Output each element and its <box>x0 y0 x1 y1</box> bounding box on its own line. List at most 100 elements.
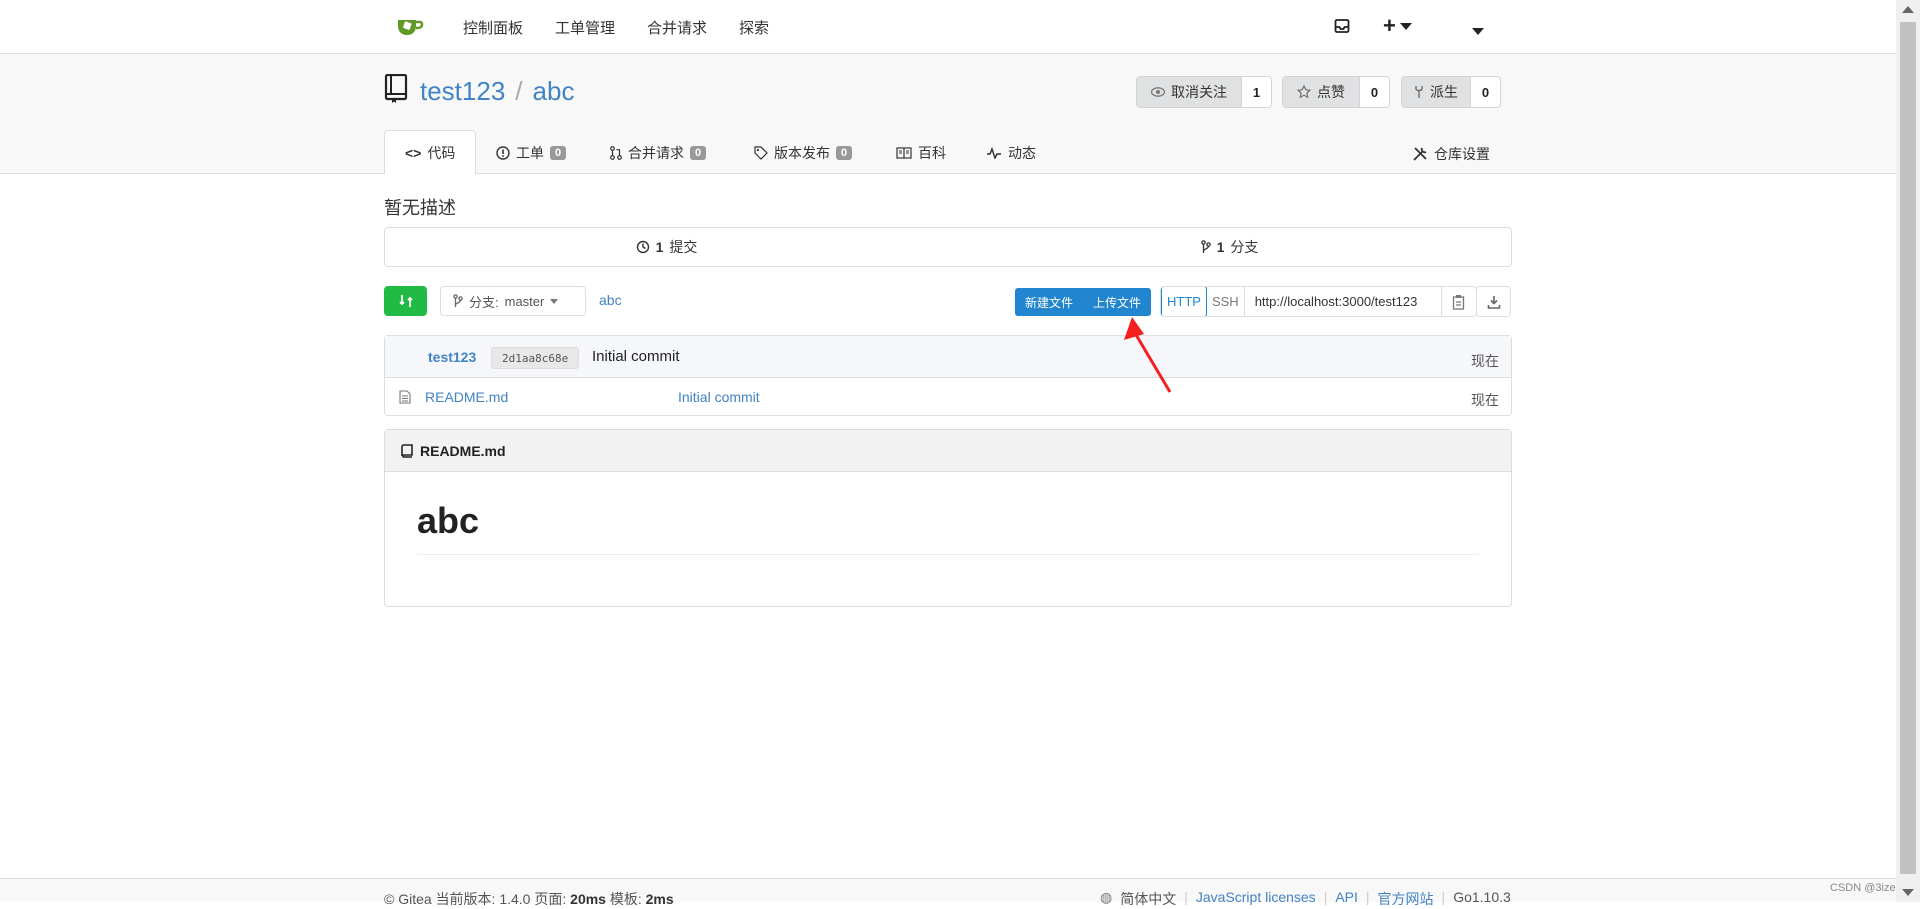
tab-pull-requests-label: 合并请求 <box>628 144 684 161</box>
top-navbar: 控制面板 工单管理 合并请求 探索 + <box>0 0 1896 54</box>
tab-releases[interactable]: 版本发布 0 <box>754 130 853 175</box>
commit-author-link[interactable]: test123 <box>428 349 476 365</box>
star-button[interactable]: 点赞 0 <box>1282 76 1390 108</box>
repo-name-link[interactable]: abc <box>533 76 575 106</box>
fork-count[interactable]: 0 <box>1470 77 1500 107</box>
page-footer: © Gitea 当前版本: 1.4.0 页面: 20ms 模板: 2ms ◍ 简… <box>0 878 1896 907</box>
plus-icon: + <box>1383 13 1396 38</box>
history-icon <box>636 240 649 254</box>
download-button[interactable] <box>1476 286 1511 317</box>
repo-owner-link[interactable]: test123 <box>420 76 505 106</box>
user-menu-dropdown[interactable] <box>1472 21 1484 41</box>
upload-file-button[interactable]: 上传文件 <box>1083 288 1151 316</box>
readme-panel: README.md abc <box>384 429 1512 607</box>
readme-title: README.md <box>420 442 506 459</box>
annotation-arrow-icon <box>1124 317 1172 393</box>
footer-copyright: © Gitea 当前版本: 1.4.0 页面: <box>384 891 567 907</box>
tab-code-label: 代码 <box>427 144 456 161</box>
star-icon <box>1297 85 1311 99</box>
chevron-down-icon <box>550 298 559 304</box>
scroll-up-icon[interactable] <box>1902 6 1914 13</box>
clone-url-input[interactable]: http://localhost:3000/test123 <box>1243 287 1442 316</box>
tab-code[interactable]: <> 代码 <box>384 130 477 175</box>
branches-stat[interactable]: 1 分支 <box>948 228 1511 266</box>
star-label: 点赞 <box>1317 84 1345 100</box>
nav-explore[interactable]: 探索 <box>739 17 769 38</box>
nav-issues[interactable]: 工单管理 <box>555 17 615 38</box>
fork-icon <box>1415 86 1423 98</box>
file-commit-time: 现在 <box>1471 392 1499 408</box>
branch-name: master <box>504 293 545 309</box>
star-count[interactable]: 0 <box>1359 77 1389 107</box>
commits-label: 提交 <box>669 239 698 255</box>
gitea-logo[interactable] <box>396 14 426 38</box>
branch-prefix: 分支: <box>469 294 499 310</box>
new-file-button[interactable]: 新建文件 <box>1015 288 1083 316</box>
vertical-scrollbar[interactable] <box>1896 0 1920 902</box>
file-text-icon <box>399 390 411 404</box>
tab-releases-label: 版本发布 <box>774 144 830 161</box>
branches-count: 1 <box>1216 239 1225 255</box>
tab-wiki-label: 百科 <box>918 144 946 161</box>
tab-pull-requests[interactable]: 合并请求 0 <box>610 130 707 175</box>
footer-divider: | <box>1365 889 1370 905</box>
tab-pull-requests-badge: 0 <box>690 145 707 160</box>
issue-icon <box>496 145 510 160</box>
tab-activity[interactable]: 动态 <box>986 130 1036 175</box>
download-icon <box>1487 295 1500 309</box>
footer-website-link[interactable]: 官方网站 <box>1378 889 1434 909</box>
file-name-link[interactable]: README.md <box>425 389 508 405</box>
scroll-down-icon[interactable] <box>1902 889 1914 896</box>
fork-button[interactable]: 派生 0 <box>1401 76 1501 108</box>
footer-go-version: Go1.10.3 <box>1453 889 1511 905</box>
footer-language-dropdown[interactable]: 简体中文 <box>1120 889 1176 909</box>
tab-wiki[interactable]: 百科 <box>896 130 946 175</box>
clipboard-icon <box>1452 294 1464 310</box>
nav-dashboard[interactable]: 控制面板 <box>463 17 523 38</box>
fork-label: 派生 <box>1430 84 1458 100</box>
repo-book-icon <box>384 74 408 103</box>
tab-releases-badge: 0 <box>836 145 853 160</box>
file-commit-message-link[interactable]: Initial commit <box>678 389 760 405</box>
chevron-down-icon <box>1472 28 1484 36</box>
code-icon: <> <box>405 144 422 161</box>
commits-stat[interactable]: 1 提交 <box>385 228 948 266</box>
footer-links: ◍ 简体中文 | JavaScript licenses | API | 官方网… <box>1100 889 1511 909</box>
book-icon <box>401 443 413 458</box>
tab-activity-label: 动态 <box>1008 144 1036 161</box>
watch-button[interactable]: 取消关注 1 <box>1136 76 1272 108</box>
chevron-down-icon <box>1399 22 1412 30</box>
footer-js-licenses-link[interactable]: JavaScript licenses <box>1196 889 1316 909</box>
tab-issues[interactable]: 工单 0 <box>496 130 567 175</box>
tab-settings[interactable]: 仓库设置 <box>1412 144 1490 164</box>
compare-icon <box>398 295 413 307</box>
inbox-icon[interactable] <box>1334 18 1350 34</box>
footer-api-link[interactable]: API <box>1335 889 1358 909</box>
watch-label: 取消关注 <box>1171 84 1227 100</box>
commit-sha-label[interactable]: 2d1aa8c68e <box>491 347 580 369</box>
clone-http-button[interactable]: HTTP <box>1161 287 1207 316</box>
repo-description: 暂无描述 <box>384 198 456 218</box>
footer-template-time: 2ms <box>645 891 674 907</box>
globe-icon: ◍ <box>1100 889 1113 905</box>
clone-panel: HTTP SSH http://localhost:3000/test123 <box>1160 286 1477 317</box>
footer-version-info: © Gitea 当前版本: 1.4.0 页面: 20ms 模板: 2ms <box>384 889 674 909</box>
watch-count[interactable]: 1 <box>1241 77 1271 107</box>
wiki-book-icon <box>896 146 912 159</box>
clone-ssh-button[interactable]: SSH <box>1207 287 1244 316</box>
branch-selector[interactable]: 分支: master <box>440 286 586 316</box>
watermark-text: CSDN @3ize0 <box>1830 882 1902 894</box>
pull-request-icon <box>610 145 622 160</box>
tools-icon <box>1413 147 1427 161</box>
compare-button[interactable] <box>384 286 427 316</box>
tab-issues-label: 工单 <box>516 144 544 161</box>
scrollbar-thumb[interactable] <box>1900 22 1916 874</box>
repo-title: test123 / abc <box>420 76 574 107</box>
copy-url-button[interactable] <box>1442 287 1476 316</box>
create-new-dropdown[interactable]: + <box>1383 13 1412 39</box>
breadcrumb-repo-root[interactable]: abc <box>599 292 622 308</box>
latest-commit-row: test123 2d1aa8c68e Initial commit 现在 <box>385 336 1511 378</box>
nav-pull-requests[interactable]: 合并请求 <box>647 17 707 38</box>
footer-divider: | <box>1184 889 1188 905</box>
footer-page-time: 20ms <box>570 891 606 907</box>
